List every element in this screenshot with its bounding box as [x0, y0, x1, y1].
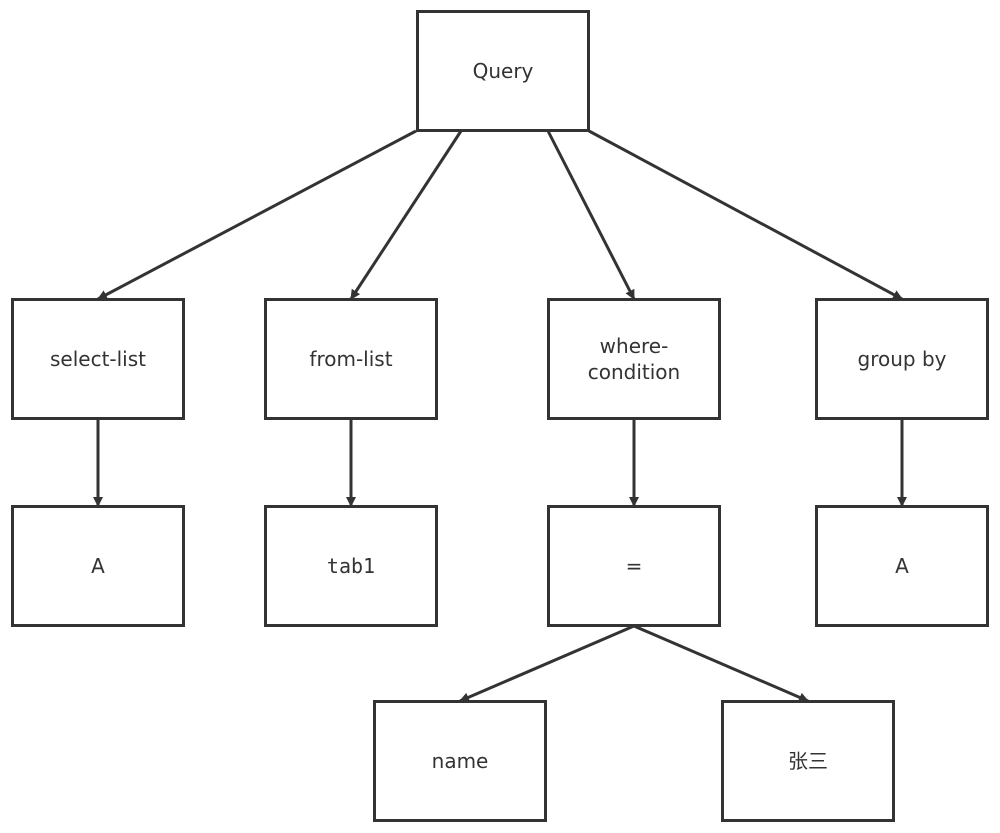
node-label: name — [431, 749, 489, 773]
node-select-a: A — [11, 505, 185, 627]
edge-equals-to-zhangsan — [633, 624, 809, 703]
node-name: name — [373, 700, 547, 822]
node-label: select-list — [49, 347, 146, 371]
node-zhangsan: 张三 — [721, 700, 895, 822]
edge-query-to-where_condition — [546, 130, 636, 300]
node-equals: = — [547, 505, 721, 627]
edge-query-to-group_by — [588, 129, 903, 301]
node-label: group by — [857, 347, 947, 371]
node-where-condition: where- condition — [547, 298, 721, 420]
node-label: = — [625, 554, 643, 578]
node-label: Query — [472, 59, 534, 83]
node-label: from-list — [309, 347, 393, 371]
node-label: 张三 — [788, 749, 828, 773]
node-select-list: select-list — [11, 298, 185, 420]
node-group-by: group by — [815, 298, 989, 420]
edge-equals-to-name — [459, 624, 635, 703]
node-group-a: A — [815, 505, 989, 627]
node-query: Query — [416, 10, 590, 132]
node-label: A — [895, 554, 909, 578]
node-label: A — [91, 554, 105, 578]
node-tab1: tab1 — [264, 505, 438, 627]
node-from-list: from-list — [264, 298, 438, 420]
node-label: tab1 — [326, 554, 376, 578]
node-label: where- condition — [587, 334, 681, 384]
